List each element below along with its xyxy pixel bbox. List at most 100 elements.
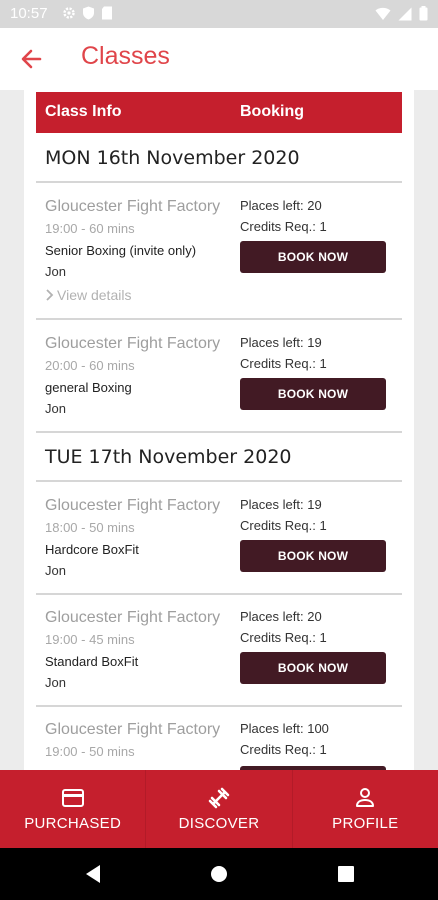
class-name: Senior Boxing (invite only) — [45, 243, 197, 258]
nav-profile[interactable]: PROFILE — [293, 770, 438, 848]
credits-required: Credits Req.: 1 — [240, 742, 327, 757]
class-venue: Gloucester Fight Factory — [45, 198, 221, 215]
credits-required: Credits Req.: 1 — [240, 219, 327, 234]
signal-icon — [398, 7, 412, 20]
settings-icon — [63, 7, 75, 19]
places-left: Places left: 20 — [240, 198, 322, 213]
nav-discover[interactable]: DISCOVER — [146, 770, 293, 848]
credits-label: Credits Req.: — [240, 630, 316, 645]
credits-value: 1 — [319, 356, 327, 371]
credits-required: Credits Req.: 1 — [240, 356, 327, 371]
places-label: Places left: — [240, 497, 304, 512]
class-instructor: Jon — [45, 563, 66, 578]
nav-purchased[interactable]: PURCHASED — [0, 770, 147, 848]
class-time: 19:00 - 50 mins — [45, 744, 135, 759]
places-left: Places left: 19 — [240, 335, 322, 350]
table-header: Class Info Booking — [36, 92, 402, 133]
class-name: Hardcore BoxFit — [45, 542, 139, 557]
home-circle-icon[interactable] — [209, 863, 229, 885]
credits-required: Credits Req.: 1 — [240, 630, 327, 645]
places-left: Places left: 100 — [240, 721, 329, 736]
places-value: 20 — [307, 609, 322, 624]
day-header: MON 16th November 2020 — [45, 147, 300, 169]
divider — [36, 705, 402, 707]
book-now-button[interactable]: BOOK NOW — [240, 652, 386, 684]
places-value: 100 — [307, 721, 329, 736]
credits-label: Credits Req.: — [240, 219, 316, 234]
class-row: Gloucester Fight Factory 18:00 - 50 mins… — [36, 497, 402, 587]
divider — [36, 318, 402, 320]
places-label: Places left: — [240, 609, 304, 624]
bottom-nav: PURCHASED DISCOVER PROFILE — [0, 770, 438, 848]
status-notification-icons — [62, 6, 113, 20]
class-row: Gloucester Fight Factory 19:00 - 50 mins… — [36, 721, 402, 770]
sd-card-icon — [102, 6, 112, 20]
view-details-label: View details — [57, 287, 132, 303]
credits-value: 1 — [319, 630, 327, 645]
class-row: Gloucester Fight Factory 19:00 - 60 mins… — [36, 198, 402, 310]
class-venue: Gloucester Fight Factory — [45, 609, 221, 626]
book-now-button[interactable]: BOOK NOW — [240, 540, 386, 572]
header-booking: Booking — [240, 103, 304, 120]
battery-icon — [419, 6, 428, 21]
class-table: Class Info Booking MON 16th November 202… — [24, 90, 414, 770]
divider — [36, 480, 402, 482]
class-venue: Gloucester Fight Factory — [45, 721, 221, 738]
class-time: 19:00 - 60 mins — [45, 221, 135, 236]
status-time: 10:57 — [10, 5, 48, 22]
places-left: Places left: 20 — [240, 609, 322, 624]
nav-label: PURCHASED — [24, 815, 122, 832]
divider — [36, 593, 402, 595]
class-venue: Gloucester Fight Factory — [45, 335, 221, 352]
class-list-scroll[interactable]: Class Info Booking MON 16th November 202… — [0, 90, 438, 770]
credits-required: Credits Req.: 1 — [240, 518, 327, 533]
class-name: Standard BoxFit — [45, 654, 139, 669]
places-label: Places left: — [240, 721, 304, 736]
credits-label: Credits Req.: — [240, 742, 316, 757]
credits-value: 1 — [319, 518, 327, 533]
credits-value: 1 — [319, 742, 327, 757]
book-now-button[interactable]: BOOK NOW — [240, 378, 386, 410]
class-row: Gloucester Fight Factory 19:00 - 45 mins… — [36, 609, 402, 699]
divider — [36, 181, 402, 183]
credits-label: Credits Req.: — [240, 518, 316, 533]
places-label: Places left: — [240, 198, 304, 213]
class-name: general Boxing — [45, 380, 132, 395]
shield-icon — [83, 6, 94, 20]
dumbbell-icon — [208, 787, 230, 809]
view-details-link[interactable]: View details — [45, 287, 131, 303]
status-system-icons — [375, 6, 428, 21]
back-triangle-icon[interactable] — [83, 863, 103, 885]
header-class-info: Class Info — [45, 103, 122, 120]
places-value: 19 — [307, 335, 322, 350]
book-now-button[interactable]: BOOK NOW — [240, 241, 386, 273]
divider — [36, 431, 402, 433]
places-label: Places left: — [240, 335, 304, 350]
app-bar: Classes — [0, 28, 438, 90]
day-header: TUE 17th November 2020 — [45, 446, 292, 468]
nav-label: DISCOVER — [178, 815, 260, 832]
status-bar: 10:57 — [0, 0, 438, 28]
app-screen: 10:57 Classes Class Info Booking MON 16t… — [0, 0, 438, 900]
page-title: Classes — [81, 42, 170, 70]
class-venue: Gloucester Fight Factory — [45, 497, 221, 514]
arrow-left-icon — [21, 49, 42, 69]
class-instructor: Jon — [45, 264, 66, 279]
recents-square-icon[interactable] — [336, 863, 356, 885]
chevron-right-icon — [46, 289, 54, 301]
person-icon — [356, 788, 375, 807]
credits-value: 1 — [319, 219, 327, 234]
class-time: 19:00 - 45 mins — [45, 632, 135, 647]
places-value: 20 — [307, 198, 322, 213]
places-left: Places left: 19 — [240, 497, 322, 512]
back-button[interactable] — [18, 45, 46, 73]
class-time: 20:00 - 60 mins — [45, 358, 135, 373]
system-nav-bar — [0, 848, 438, 900]
places-value: 19 — [307, 497, 322, 512]
nav-label: PROFILE — [332, 815, 399, 832]
class-instructor: Jon — [45, 675, 66, 690]
class-time: 18:00 - 50 mins — [45, 520, 135, 535]
credits-label: Credits Req.: — [240, 356, 316, 371]
wifi-icon — [375, 7, 391, 20]
card-icon — [61, 789, 84, 807]
